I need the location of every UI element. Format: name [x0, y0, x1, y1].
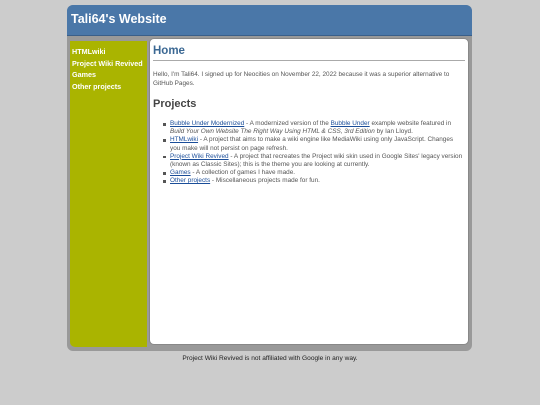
list-item: HTMLwiki - A project that aims to make a… [163, 136, 465, 152]
project-description: - A modernized version of the [244, 120, 331, 127]
list-item: Games - A collection of games I have mad… [163, 169, 465, 177]
list-item: Project Wiki Revived - A project that re… [163, 153, 465, 169]
sidebar: HTMLwiki Project Wiki Revived Games Othe… [70, 41, 147, 347]
intro-paragraph: Hello, I'm Tali64. I signed up for Neoci… [153, 71, 450, 87]
projects-list: Bubble Under Modernized - A modernized v… [153, 120, 465, 186]
project-description: by Ian Lloyd. [374, 128, 413, 136]
bullet-icon [163, 155, 166, 159]
main-content: Home Hello, I'm Tali64. I signed up for … [149, 38, 469, 345]
bullet-icon [163, 180, 166, 183]
bullet-icon [163, 172, 166, 175]
project-link-other-projects[interactable]: Other projects [170, 177, 210, 184]
book-title: Build Your Own Website The Right Way Usi… [170, 128, 375, 136]
sidebar-item-games[interactable]: Games [70, 69, 147, 81]
list-item: Bubble Under Modernized - A modernized v… [163, 120, 465, 136]
bullet-icon [163, 123, 166, 126]
site-header: Tali64's Website [67, 5, 472, 36]
project-link-htmlwiki[interactable]: HTMLwiki [170, 136, 198, 143]
sidebar-nav: HTMLwiki Project Wiki Revived Games Othe… [70, 41, 147, 92]
sidebar-item-other-projects[interactable]: Other projects [70, 81, 147, 93]
project-link-games[interactable]: Games [170, 169, 191, 176]
project-description: - A collection of games I have made. [190, 169, 296, 177]
sidebar-item-project-wiki-revived[interactable]: Project Wiki Revived [70, 58, 147, 70]
projects-heading: Projects [153, 98, 197, 110]
project-description: example website featured in [369, 120, 452, 127]
project-link-bubble-under-modernized[interactable]: Bubble Under Modernized [170, 120, 244, 127]
site-frame: Tali64's Website HTMLwiki Project Wiki R… [67, 5, 472, 351]
footer-disclaimer: Project Wiki Revived is not affiliated w… [182, 355, 358, 362]
page-title: Home [153, 45, 185, 57]
bullet-icon [163, 139, 166, 142]
project-link-bubble-under[interactable]: Bubble Under [331, 120, 370, 127]
project-description: - A project that aims to make a wiki eng… [170, 136, 454, 152]
site-title: Tali64's Website [71, 12, 167, 26]
sidebar-item-htmlwiki[interactable]: HTMLwiki [70, 46, 147, 58]
project-description: - Miscellaneous projects made for fun. [210, 177, 320, 185]
project-link-project-wiki-revived[interactable]: Project Wiki Revived [170, 153, 229, 160]
list-item: Other projects - Miscellaneous projects … [163, 177, 465, 185]
heading-divider [153, 60, 465, 61]
